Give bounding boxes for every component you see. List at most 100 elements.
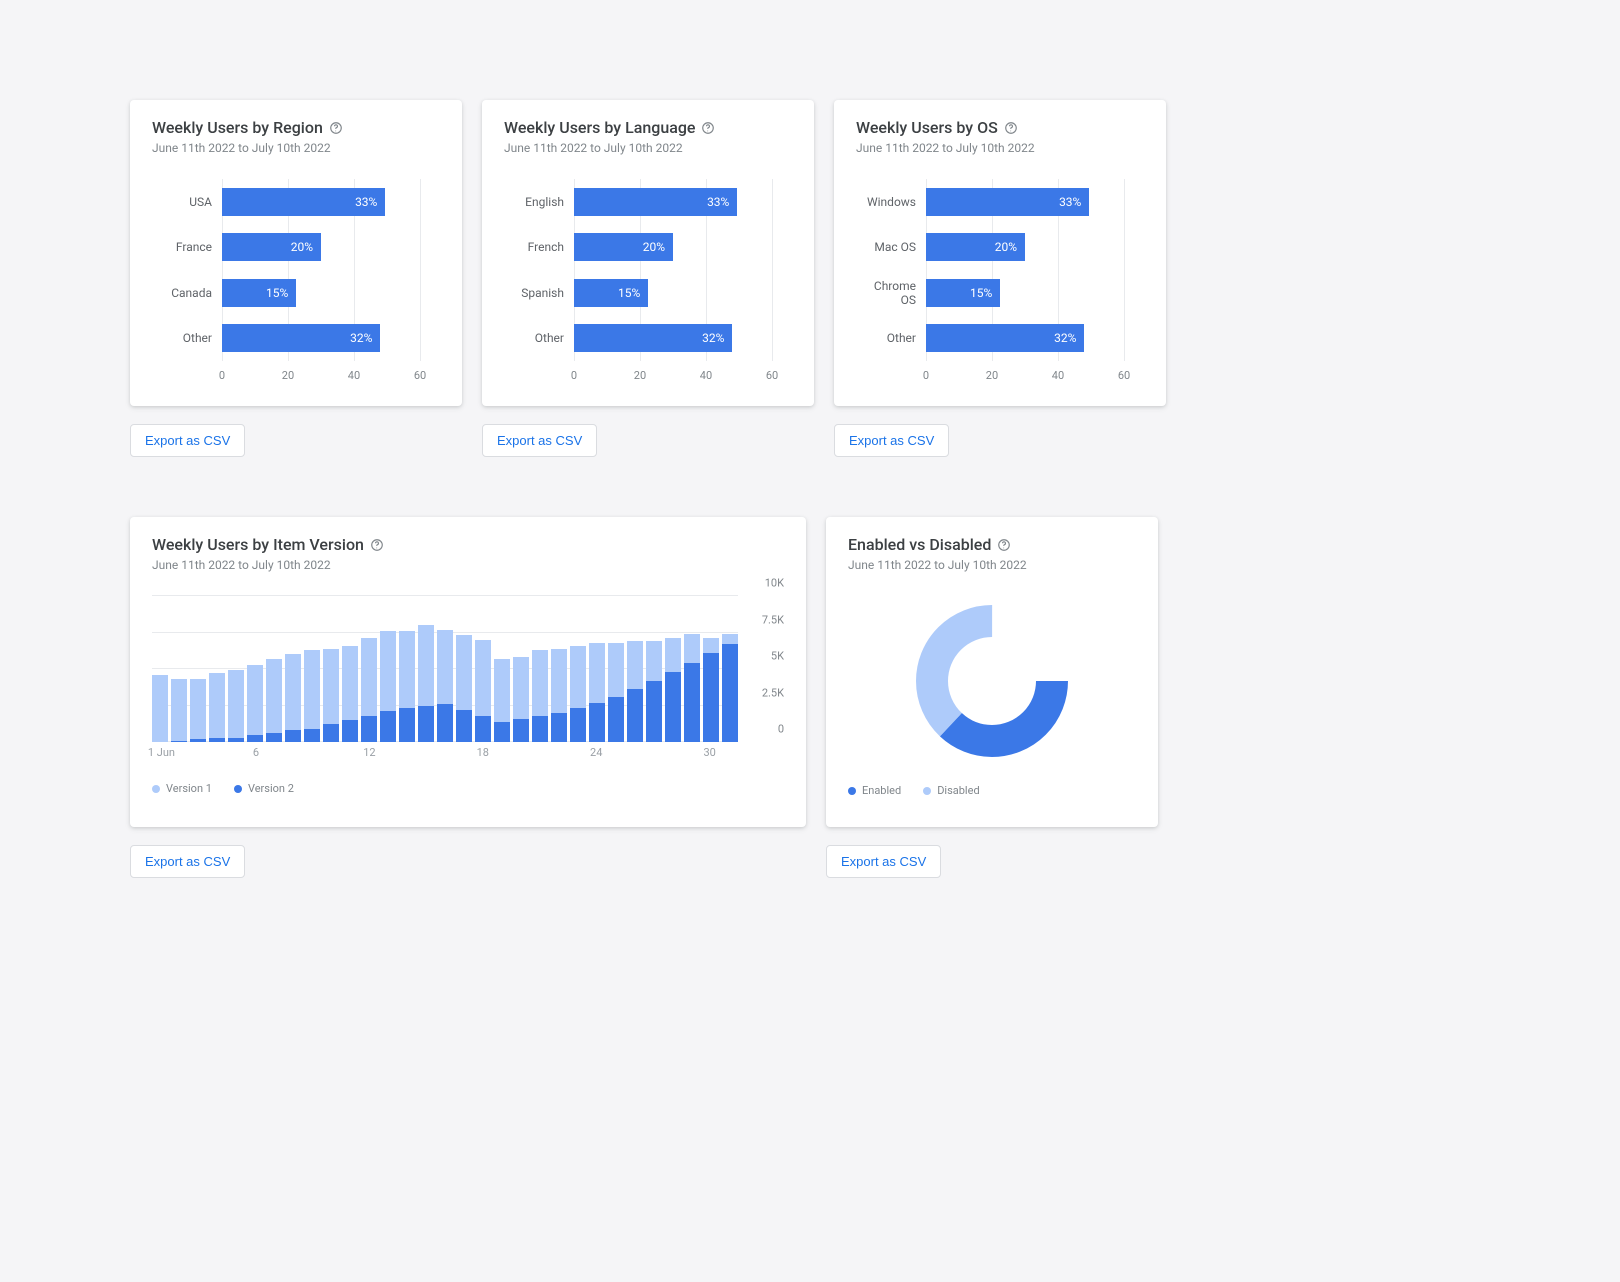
col-enabled: Enabled vs Disabled June 11th 2022 to Ju… [826, 517, 1158, 878]
chart-os: Windows33%Mac OS20%Chrome OS15%Other32%0… [856, 179, 1144, 389]
axis-tick: 20 [986, 369, 998, 382]
bar-stack [361, 596, 377, 742]
card-title: Weekly Users by Language [504, 118, 695, 137]
axis-tick: 40 [348, 369, 360, 382]
legend-label: Enabled [862, 784, 901, 797]
bar-stack [228, 596, 244, 742]
axis-tick: 0 [923, 369, 929, 382]
category-label: Canada [152, 286, 222, 300]
hbar-row: Mac OS20% [856, 233, 1124, 261]
bar-stack [304, 596, 320, 742]
card-title: Enabled vs Disabled [848, 535, 991, 554]
bar-stack [266, 596, 282, 742]
legend-label: Version 1 [166, 782, 212, 795]
legend-item-version-2: Version 2 [234, 782, 294, 795]
hbar-row: USA33% [152, 188, 420, 216]
bar: 32% [222, 324, 380, 352]
bar: 32% [926, 324, 1084, 352]
category-label: France [152, 240, 222, 254]
col-os: Weekly Users by OS June 11th 2022 to Jul… [834, 100, 1166, 457]
legend-label: Version 2 [248, 782, 294, 795]
card-enabled: Enabled vs Disabled June 11th 2022 to Ju… [826, 517, 1158, 827]
export-csv-button[interactable]: Export as CSV [482, 424, 597, 457]
hbar-row: Chrome OS15% [856, 279, 1124, 307]
bar-stack [665, 596, 681, 742]
bar-stack [722, 596, 738, 742]
bar: 15% [222, 279, 296, 307]
axis-tick: 7.5K [762, 613, 784, 626]
export-csv-button[interactable]: Export as CSV [130, 424, 245, 457]
col-region: Weekly Users by Region June 11th 2022 to… [130, 100, 462, 457]
help-icon[interactable] [370, 538, 384, 552]
category-label: Mac OS [856, 240, 926, 254]
category-label: French [504, 240, 574, 254]
axis-tick: 40 [1052, 369, 1064, 382]
bar: 15% [574, 279, 648, 307]
help-icon[interactable] [701, 121, 715, 135]
title-row: Weekly Users by Language [504, 118, 792, 137]
category-label: Other [856, 331, 926, 345]
help-icon[interactable] [997, 538, 1011, 552]
axis-tick: 2.5K [762, 686, 784, 699]
card-version: Weekly Users by Item Version June 11th 2… [130, 517, 806, 827]
export-csv-button[interactable]: Export as CSV [834, 424, 949, 457]
donut-chart [907, 596, 1077, 766]
hbar-row: France20% [152, 233, 420, 261]
export-csv-button[interactable]: Export as CSV [130, 845, 245, 878]
axis-tick: 20 [634, 369, 646, 382]
date-range: June 11th 2022 to July 10th 2022 [856, 141, 1144, 155]
bar-stack [152, 596, 168, 742]
legend-swatch-icon [234, 785, 242, 793]
legend-item-version-1: Version 1 [152, 782, 212, 795]
bar-stack [171, 596, 187, 742]
hbar-row: Other32% [152, 324, 420, 352]
chart-version: 02.5K5K7.5K10K1 Jun612182430 [152, 596, 784, 764]
bar-stack [323, 596, 339, 742]
chart-enabled [848, 596, 1136, 766]
axis-tick: 0 [219, 369, 225, 382]
bar-stack [380, 596, 396, 742]
category-label: Other [152, 331, 222, 345]
row-top: Weekly Users by Region June 11th 2022 to… [130, 100, 1490, 457]
category-label: English [504, 195, 574, 209]
bar-stack [570, 596, 586, 742]
bar-stack [513, 596, 529, 742]
card-title: Weekly Users by OS [856, 118, 998, 137]
legend-enabled: Enabled Disabled [848, 784, 1136, 797]
export-csv-button[interactable]: Export as CSV [826, 845, 941, 878]
axis-tick: 30 [703, 746, 715, 759]
bar-stack [475, 596, 491, 742]
bar: 32% [574, 324, 732, 352]
date-range: June 11th 2022 to July 10th 2022 [848, 558, 1136, 572]
bar-stack [342, 596, 358, 742]
help-icon[interactable] [1004, 121, 1018, 135]
bar-stack [532, 596, 548, 742]
bar: 33% [222, 188, 385, 216]
category-label: USA [152, 195, 222, 209]
axis-tick: 60 [414, 369, 426, 382]
axis-tick: 0 [571, 369, 577, 382]
axis-tick: 20 [282, 369, 294, 382]
axis-tick: 60 [766, 369, 778, 382]
legend-version: Version 1 Version 2 [152, 782, 784, 795]
bar-stack [456, 596, 472, 742]
card-title: Weekly Users by Region [152, 118, 323, 137]
hbar-row: Spanish15% [504, 279, 772, 307]
bar-stack [418, 596, 434, 742]
category-label: Chrome OS [856, 279, 926, 307]
bar: 33% [574, 188, 737, 216]
axis-tick: 60 [1118, 369, 1130, 382]
title-row: Enabled vs Disabled [848, 535, 1136, 554]
card-language: Weekly Users by Language June 11th 2022 … [482, 100, 814, 406]
chart-region: USA33% France20% Canada15% Other32% 0 20 40 60 [152, 179, 440, 389]
legend-item-enabled: Enabled [848, 784, 901, 797]
category-label: Spanish [504, 286, 574, 300]
axis-tick: 0 [778, 723, 784, 736]
help-icon[interactable] [329, 121, 343, 135]
legend-swatch-icon [923, 787, 931, 795]
hbar-row: French20% [504, 233, 772, 261]
bar: 33% [926, 188, 1089, 216]
chart-language: English33%French20%Spanish15%Other32%020… [504, 179, 792, 389]
title-row: Weekly Users by Region [152, 118, 440, 137]
bar: 20% [926, 233, 1025, 261]
